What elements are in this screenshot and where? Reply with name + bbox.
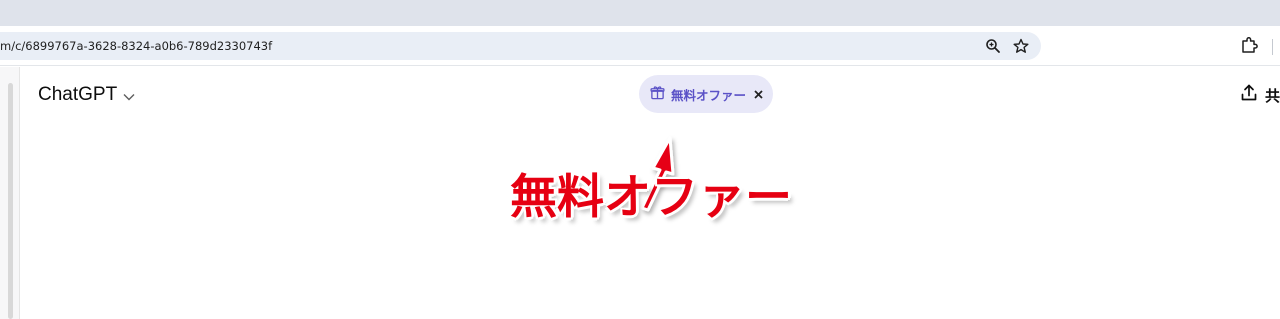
browser-tab-strip (0, 0, 1280, 26)
bookmark-star-icon[interactable] (1011, 36, 1031, 56)
zoom-icon[interactable] (983, 36, 1003, 56)
browser-toolbar: m/c/6899767a-3628-8324-a0b6-789d2330743f (0, 26, 1280, 66)
annotation-label: 無料オファー (510, 170, 792, 225)
model-selector[interactable]: ChatGPT (38, 81, 135, 109)
share-button[interactable]: 共 (1239, 81, 1280, 109)
url-text[interactable]: m/c/6899767a-3628-8324-a0b6-789d2330743f (0, 39, 272, 53)
toolbar-divider (1272, 39, 1273, 55)
model-label: ChatGPT (38, 84, 118, 105)
scrollbar[interactable] (8, 83, 13, 319)
address-bar[interactable]: m/c/6899767a-3628-8324-a0b6-789d2330743f (0, 32, 1041, 60)
chevron-down-icon (123, 86, 135, 105)
sidebar-rail (0, 67, 20, 319)
close-icon[interactable] (750, 86, 766, 102)
extensions-icon[interactable] (1239, 36, 1259, 56)
share-label: 共 (1265, 86, 1280, 105)
share-icon (1239, 83, 1259, 107)
